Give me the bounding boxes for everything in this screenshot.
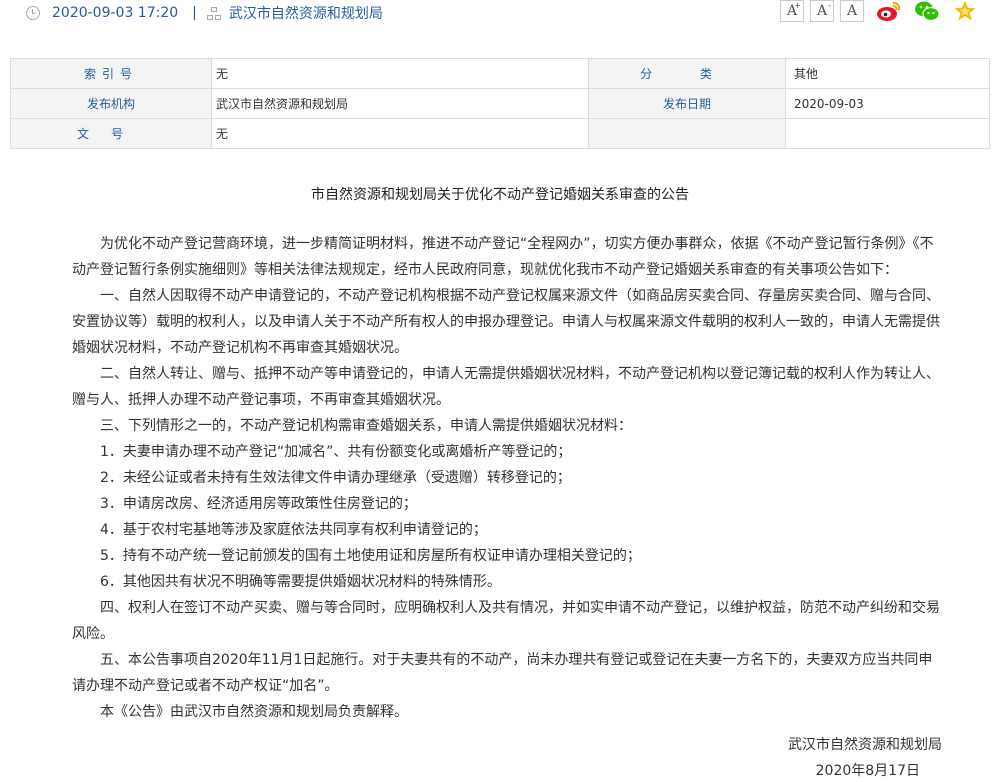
paragraph: 五、本公告事项自2020年11月1日起施行。对于夫妻共有的不动产，尚未办理共有登… <box>72 652 933 694</box>
top-bar: 2020-09-03 17:20 | 武汉市自然资源和规划局 A + A- A <box>0 0 1000 24</box>
organization-icon <box>206 6 221 20</box>
publish-datetime: 2020-09-03 17:20 <box>52 5 179 21</box>
paragraph: 本《公告》由武汉市自然资源和规划局负责解释。 <box>100 704 408 720</box>
list-item: 6．其他因共有状况不明确等需要提供婚姻状况材料的特殊情形。 <box>100 574 501 590</box>
list-item: 2．未经公证或者未持有生效法律文件申请办理继承（受遗赠）转移登记的； <box>100 470 571 486</box>
publisher-name: 武汉市自然资源和规划局 <box>228 6 383 22</box>
article-title: 市自然资源和规划局关于优化不动产登记婚姻关系审查的公告 <box>311 187 689 203</box>
docno-value: 无 <box>211 118 589 149</box>
paragraph: 为优化不动产登记营商环境，进一步精简证明材料，推进不动产登记“全程网办”，切实方… <box>72 236 934 278</box>
signature-date: 2020年8月17日 <box>815 763 920 779</box>
paragraph: 四、权利人在签订不动产买卖、赠与等合同时，应明确权利人及共有情况，并如实申请不动… <box>72 600 940 642</box>
weibo-icon[interactable] <box>876 0 902 22</box>
font-decrease-button[interactable]: A- <box>810 0 834 22</box>
info-row: 索引号 无 分 类 其他 <box>10 58 990 89</box>
document-info-table: 索引号 无 分 类 其他 发布机构 武汉市自然资源和规划局 发布日期 2020-… <box>10 58 990 149</box>
issuer-value: 武汉市自然资源和规划局 <box>211 88 589 119</box>
list-item: 1．夫妻申请办理不动产登记“加减名”、共有份额变化或离婚析产等登记的； <box>100 444 572 460</box>
toolbar: A + A- A <box>774 0 978 22</box>
docno-label: 文号 <box>10 118 212 149</box>
article-meta: 2020-09-03 17:20 | 武汉市自然资源和规划局 <box>26 3 383 23</box>
article-body: 为优化不动产登记营商环境，进一步精简证明材料，推进不动产登记“全程网办”，切实方… <box>72 231 944 725</box>
list-item: 3．申请房改房、经济适用房等政策性住房登记的； <box>100 496 417 512</box>
font-increase-button[interactable]: A + <box>780 0 804 22</box>
wechat-icon[interactable] <box>914 0 940 22</box>
signature-organization: 武汉市自然资源和规划局 <box>788 737 942 753</box>
favorite-star-icon[interactable] <box>952 0 978 22</box>
index-label: 索引号 <box>10 58 212 89</box>
issuer-label: 发布机构 <box>10 88 212 119</box>
font-default-button[interactable]: A <box>840 0 864 22</box>
category-label: 分 类 <box>588 58 786 89</box>
paragraph: 一、自然人因取得不动产申请登记的，不动产登记机构根据不动产登记权属来源文件（如商… <box>72 288 940 356</box>
category-value: 其他 <box>785 58 990 89</box>
list-item: 5．持有不动产统一登记前颁发的国有土地使用证和房屋所有权证申请办理相关登记的； <box>100 548 641 564</box>
paragraph: 三、下列情形之一的，不动产登记机构需审查婚姻关系，申请人需提供婚姻状况材料： <box>100 418 632 434</box>
empty-cell <box>588 118 786 149</box>
clock-icon <box>26 6 40 20</box>
list-item: 4．基于农村宅基地等涉及家庭依法共同享有权利申请登记的； <box>100 522 487 538</box>
date-value: 2020-09-03 <box>785 88 990 119</box>
paragraph: 二、自然人转让、赠与、抵押不动产等申请登记的，申请人无需提供婚姻状况材料，不动产… <box>72 366 940 408</box>
empty-cell <box>785 118 990 149</box>
meta-separator: | <box>192 5 197 21</box>
date-label: 发布日期 <box>588 88 786 119</box>
info-row: 发布机构 武汉市自然资源和规划局 发布日期 2020-09-03 <box>10 88 990 119</box>
info-row: 文号 无 <box>10 118 990 149</box>
index-value: 无 <box>211 58 589 89</box>
